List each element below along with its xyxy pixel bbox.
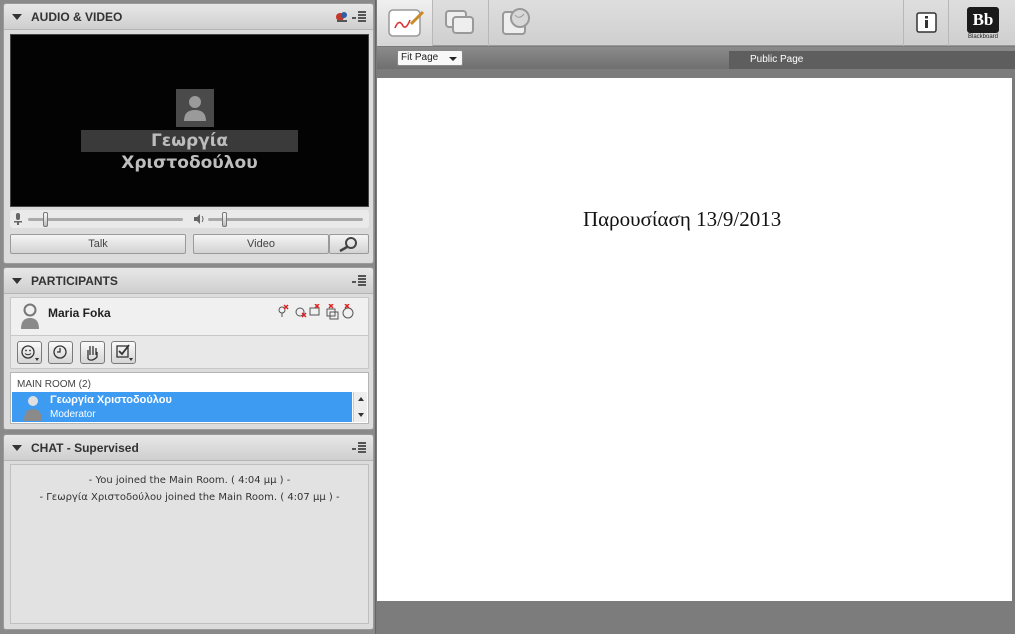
audio-video-title: AUDIO & VIDEO: [31, 9, 123, 24]
step-away-icon: [53, 345, 67, 359]
zoom-select[interactable]: Fit Page: [397, 50, 463, 66]
panel-menu-icon[interactable]: [352, 442, 366, 454]
collaborate-window: AUDIO & VIDEO Γεωργία Χριστοδούλου Talk …: [0, 0, 1015, 634]
speaker-icon: [194, 214, 204, 224]
chevron-down-icon: [449, 57, 457, 61]
participant-list-scrollbar[interactable]: [353, 392, 367, 422]
content-toolbar: Bb Blackboard: [377, 0, 1015, 46]
video-user-name: Γεωργία Χριστοδούλου: [81, 130, 298, 173]
page-tab-public[interactable]: Public Page: [729, 51, 1015, 69]
audio-video-header[interactable]: AUDIO & VIDEO: [4, 4, 373, 30]
chat-panel: CHAT - Supervised - You joined the Main …: [3, 434, 374, 630]
chat-message: - You joined the Main Room. ( 4:04 μμ ) …: [88, 475, 291, 486]
panel-menu-icon[interactable]: [352, 275, 366, 287]
video-display: Γεωργία Χριστοδούλου: [10, 34, 369, 207]
smiley-icon: [21, 345, 39, 361]
web-tour-tab-button[interactable]: [489, 0, 545, 46]
whiteboard-gutter-bottom: [377, 601, 1015, 634]
poll-response-button[interactable]: [111, 341, 136, 364]
video-preview-button[interactable]: [329, 234, 369, 254]
participants-title: PARTICIPANTS: [31, 273, 118, 288]
chat-header[interactable]: CHAT - Supervised: [4, 435, 373, 461]
my-avatar-icon: [21, 303, 39, 329]
participants-panel: PARTICIPANTS Maria Foka MAIN ROOM (2) Γε…: [3, 267, 374, 430]
info-icon: [916, 12, 937, 33]
participant-tools-row: [10, 335, 369, 369]
talk-button[interactable]: Talk: [10, 234, 186, 254]
microphone-volume-slider[interactable]: [43, 212, 48, 227]
chat-messages[interactable]: - You joined the Main Room. ( 4:04 μμ ) …: [10, 464, 369, 624]
room-count: (2): [78, 379, 91, 390]
participants-header[interactable]: PARTICIPANTS: [4, 268, 373, 294]
video-button[interactable]: Video: [193, 234, 329, 254]
microphone-icon: [14, 213, 22, 225]
room-participant-list: MAIN ROOM (2) Γεωργία Χριστοδούλου Moder…: [10, 372, 369, 424]
chat-title: CHAT - Supervised: [31, 440, 139, 455]
my-participant-row[interactable]: Maria Foka: [10, 297, 369, 335]
participant-name: Γεωργία Χριστοδούλου: [50, 394, 172, 406]
blackboard-logo-caption: Blackboard: [967, 34, 999, 40]
app-share-tab-button[interactable]: [433, 0, 489, 46]
emoticon-button[interactable]: [17, 341, 42, 364]
scroll-arrows-icon[interactable]: [354, 392, 368, 422]
raise-hand-button[interactable]: [80, 341, 105, 364]
microphone-volume-track[interactable]: [28, 218, 183, 221]
participant-row[interactable]: Γεωργία Χριστοδούλου Moderator: [12, 392, 352, 422]
user-avatar-icon: [176, 89, 214, 127]
audio-video-panel: AUDIO & VIDEO Γεωργία Χριστοδούλου Talk …: [3, 3, 374, 264]
magnifier-person-icon: [339, 237, 357, 253]
volume-controls: [10, 210, 369, 228]
whiteboard-page[interactable]: Παρουσίαση 13/9/2013: [377, 78, 1012, 601]
whiteboard-permission-icon: [326, 304, 339, 320]
video-permission-icon: [295, 307, 307, 318]
step-away-button[interactable]: [48, 341, 73, 364]
room-name: MAIN ROOM: [17, 379, 76, 390]
info-button[interactable]: [903, 0, 949, 46]
whiteboard-tab-button[interactable]: [377, 0, 433, 46]
blackboard-logo: Bb Blackboard: [951, 0, 1015, 46]
checkbox-icon: [116, 344, 133, 361]
left-column: AUDIO & VIDEO Γεωργία Χριστοδούλου Talk …: [0, 0, 376, 634]
my-name: Maria Foka: [48, 306, 111, 320]
blackboard-logo-mark: Bb: [967, 7, 999, 33]
speaker-volume-slider[interactable]: [222, 212, 227, 227]
chat-message: - Γεωργία Χριστοδούλου joined the Main R…: [39, 492, 340, 503]
collapse-triangle-icon[interactable]: [12, 13, 22, 20]
toolbar-right-group: Bb Blackboard: [903, 0, 1015, 46]
whiteboard-icon: [388, 9, 425, 37]
participant-role: Moderator: [50, 409, 96, 420]
presentation-title-text: Παρουσίαση 13/9/2013: [583, 207, 782, 231]
chat-permission-icon: [309, 304, 320, 316]
whiteboard-subbar: Fit Page Public Page: [377, 47, 1015, 69]
whiteboard-gutter-top: [377, 69, 1015, 78]
panel-menu-icon[interactable]: [352, 11, 366, 23]
web-tour-icon: [502, 8, 530, 35]
audio-permission-icon: [278, 304, 289, 317]
web-permission-icon: [342, 304, 354, 319]
hand-icon: [87, 346, 98, 361]
zoom-select-value: Fit Page: [401, 52, 439, 63]
permission-icons[interactable]: [277, 304, 363, 320]
collapse-triangle-icon[interactable]: [12, 444, 22, 451]
room-label: MAIN ROOM (2): [17, 379, 91, 390]
application-share-icon: [445, 10, 474, 34]
collapse-triangle-icon[interactable]: [12, 277, 22, 284]
audio-setup-wizard-icon[interactable]: [335, 10, 349, 23]
participant-avatar-icon: [24, 396, 42, 421]
speaker-volume-track[interactable]: [208, 218, 363, 221]
